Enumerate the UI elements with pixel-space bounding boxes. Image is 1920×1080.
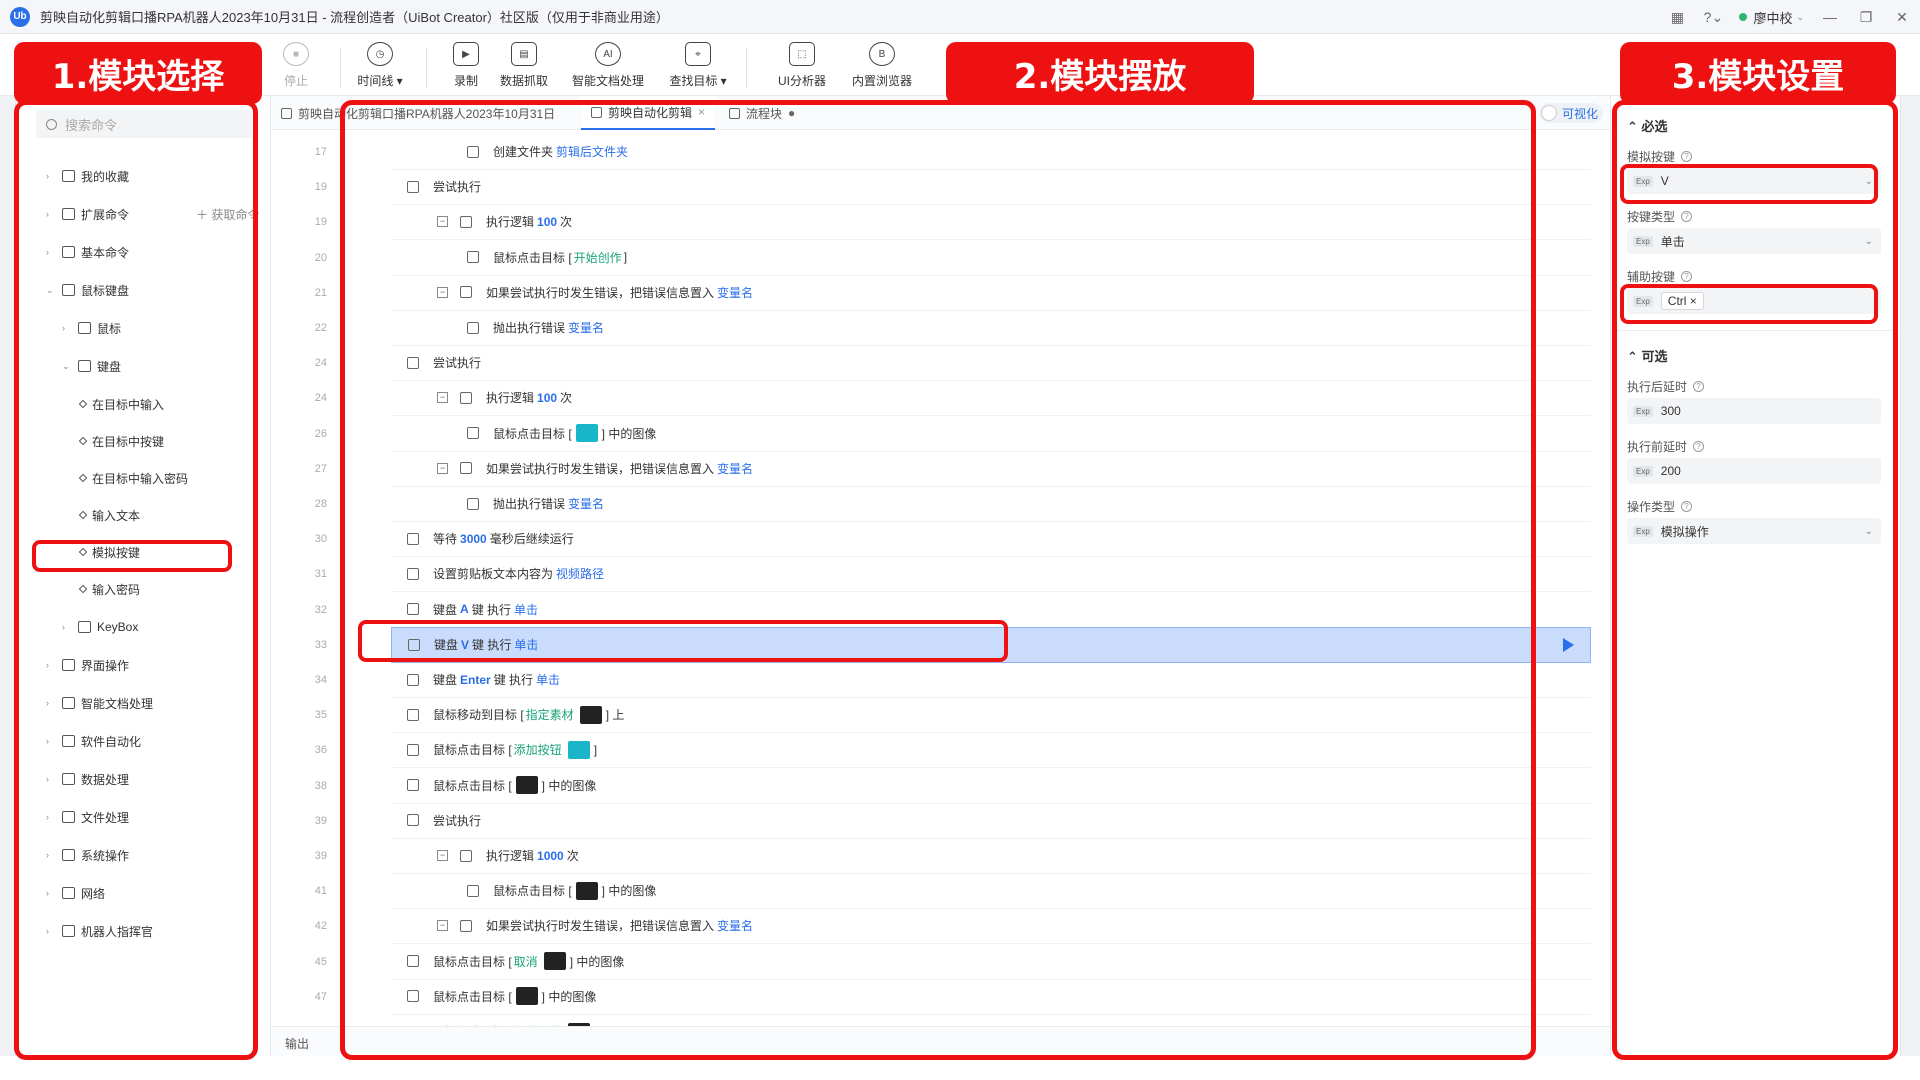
- line-number: 26: [314, 427, 327, 440]
- find-target-button[interactable]: ⌖ 查找目标 ▾: [658, 42, 738, 89]
- online-status-icon: [1739, 13, 1748, 21]
- right-side-strip: [1900, 96, 1920, 1056]
- title-bar: Ub 剪映自动化剪辑口播RPA机器人2023年10月31日 - 流程创造者（Ui…: [0, 0, 1920, 34]
- target-icon: ⌖: [685, 42, 711, 66]
- app-logo-icon: Ub: [10, 6, 30, 27]
- record-icon: ▶: [453, 42, 479, 66]
- window-title: 剪映自动化剪辑口播RPA机器人2023年10月31日 - 流程创造者（UiBot…: [40, 10, 669, 25]
- annotation-label-module-select: 1.模块选择: [14, 42, 262, 104]
- line-number: 42: [314, 920, 327, 933]
- browser-button[interactable]: B 内置浏览器: [842, 42, 922, 89]
- line-number: 27: [314, 462, 327, 475]
- user-menu[interactable]: 廖中校 ⌄: [1731, 0, 1812, 34]
- data-scrape-button[interactable]: ▤ 数据抓取: [484, 42, 564, 89]
- line-number: 47: [314, 990, 327, 1003]
- ui-analyzer-button[interactable]: ⬚ UI分析器: [762, 42, 842, 89]
- annotation-label-module-settings: 3.模块设置: [1620, 42, 1896, 104]
- toggle-knob: [1541, 105, 1557, 121]
- line-number: 35: [314, 709, 327, 722]
- line-number: 41: [314, 885, 327, 898]
- line-number: 38: [314, 779, 327, 792]
- timeline-button[interactable]: ◷ 时间线 ▾: [340, 42, 420, 89]
- line-number: 20: [314, 251, 327, 264]
- annotation-box-middle: [340, 100, 1536, 1060]
- help-icon[interactable]: ?⌄: [1695, 0, 1731, 34]
- close-icon[interactable]: ✕: [1884, 0, 1920, 34]
- flow-icon: [281, 107, 292, 119]
- annotation-box-left: [14, 100, 258, 1060]
- line-number: 22: [314, 322, 327, 334]
- line-number: 19: [314, 216, 327, 229]
- smart-doc-button[interactable]: AI 智能文档处理: [568, 42, 648, 89]
- run-arrow-icon[interactable]: [1563, 637, 1574, 652]
- line-number: 31: [314, 568, 327, 581]
- chevron-down-icon: ⌄: [1796, 11, 1804, 22]
- line-number: 30: [314, 533, 327, 546]
- annotation-box-right: [1612, 100, 1898, 1060]
- annotation-highlight-selected-row: [358, 620, 1008, 662]
- user-name: 廖中校: [1753, 10, 1793, 26]
- line-number: 17: [314, 146, 327, 158]
- stop-icon: ■: [283, 42, 309, 66]
- line-number: 33: [314, 638, 327, 651]
- annotation-highlight-simulate-key: [32, 540, 232, 572]
- line-number: 24: [314, 357, 327, 370]
- annotation-highlight-aux-key: [1620, 284, 1878, 324]
- grid-icon[interactable]: ▦: [1659, 0, 1695, 34]
- restore-icon[interactable]: ❐: [1848, 0, 1884, 34]
- clock-icon: ◷: [367, 42, 393, 66]
- line-number: 21: [314, 286, 327, 299]
- visual-toggle[interactable]: 可视化: [1539, 103, 1603, 123]
- stop-button[interactable]: ■ 停止: [256, 42, 336, 89]
- table-icon: ▤: [511, 42, 537, 66]
- line-number: 32: [314, 603, 327, 616]
- line-number: 19: [314, 181, 327, 194]
- line-number: 39: [314, 814, 327, 827]
- line-number: 28: [314, 498, 327, 510]
- scan-icon: ⬚: [789, 42, 815, 66]
- ai-icon: AI: [595, 42, 621, 66]
- line-number: 24: [314, 392, 327, 405]
- line-number: 39: [314, 850, 327, 862]
- minimize-icon[interactable]: —: [1812, 0, 1848, 34]
- toolbar-divider: [746, 48, 747, 88]
- annotation-label-module-place: 2.模块摆放: [946, 42, 1254, 104]
- browser-icon: B: [869, 42, 895, 66]
- annotation-highlight-key-field: [1620, 164, 1878, 204]
- line-number: 45: [314, 955, 327, 968]
- line-number: 36: [314, 744, 327, 757]
- line-number: 34: [314, 674, 327, 686]
